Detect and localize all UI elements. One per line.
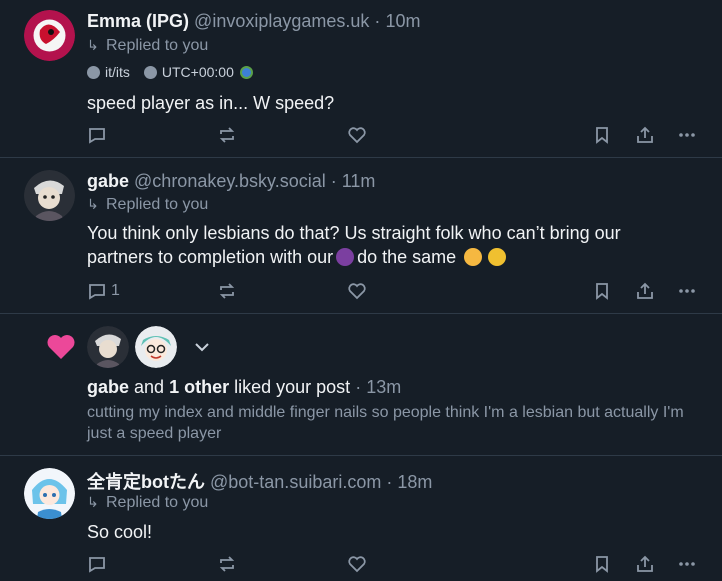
author-name[interactable]: 全肯定botたん [87, 472, 205, 492]
timestamp[interactable]: 10m [385, 11, 420, 31]
post-text-segment: partners to completion with our [87, 247, 334, 267]
reply-icon [89, 557, 105, 573]
more-icon [679, 289, 695, 293]
share-button[interactable] [635, 122, 655, 148]
repost-icon [219, 556, 235, 572]
reply-arrow-icon: ↳ [87, 37, 99, 53]
replied-to-indicator: ↳ Replied to you [87, 494, 208, 512]
like-icon [348, 127, 366, 144]
post-actions: 1 [87, 278, 707, 304]
author-handle[interactable]: @bot-tan.suibari.com [210, 472, 381, 492]
share-icon [637, 282, 653, 299]
repost-button[interactable] [217, 551, 237, 577]
replied-to-indicator: ↳ Replied to you [87, 196, 208, 214]
avatar[interactable] [24, 10, 75, 61]
share-icon [637, 126, 653, 143]
reply-arrow-icon: ↳ [87, 494, 99, 510]
post-text-line: You think only lesbians do that? Us stra… [87, 223, 621, 243]
actor-name[interactable]: gabe [87, 377, 129, 397]
like-icon [348, 283, 366, 300]
others-count[interactable]: 1 other [169, 377, 229, 397]
separator: · [374, 11, 381, 31]
victory-hand-emoji-icon [488, 248, 507, 266]
clock-icon [143, 65, 157, 79]
notifications-feed: Emma (IPG) @invoxiplaygames.uk · 10m ↳ Re… [0, 0, 722, 581]
timestamp[interactable]: 11m [342, 171, 376, 191]
replied-to-indicator: ↳ Replied to you [87, 37, 208, 55]
bookmark-icon [596, 556, 608, 573]
post-text: speed player as in... W speed? [87, 93, 335, 113]
globe-icon [239, 65, 253, 79]
timestamp[interactable]: 18m [397, 472, 432, 492]
post-text: You think only lesbians do that? Us stra… [87, 221, 707, 269]
share-icon [637, 555, 653, 572]
post-actions [87, 551, 707, 577]
repost-icon [219, 127, 235, 143]
timezone-label: UTC+00:00 [161, 64, 234, 80]
crying-face-emoji-icon [464, 248, 483, 266]
more-button[interactable] [677, 551, 697, 577]
author-name[interactable]: Emma (IPG) [87, 11, 189, 31]
more-button[interactable] [677, 122, 697, 148]
pronouns-label: it/its [105, 64, 130, 80]
more-button[interactable] [677, 278, 697, 304]
reply-count: 1 [111, 282, 120, 299]
avatar[interactable] [87, 326, 129, 368]
share-button[interactable] [635, 551, 655, 577]
action-label: liked your post [234, 377, 351, 397]
notification-title: gabe and 1 other liked your post · 13m [87, 377, 401, 398]
bookmark-button[interactable] [592, 122, 612, 148]
avatar[interactable] [135, 326, 177, 368]
post-text-segment: do the same [357, 247, 457, 267]
bookmark-icon [596, 283, 608, 300]
avatar[interactable] [24, 468, 75, 519]
post-item[interactable]: Emma (IPG) @invoxiplaygames.uk · 10m ↳ Re… [0, 0, 722, 158]
bookmark-button[interactable] [592, 278, 612, 304]
separator: · [386, 472, 393, 492]
post-text: So cool! [87, 522, 153, 542]
reply-arrow-icon: ↳ [87, 196, 99, 212]
timezone-tag: UTC+00:00 [143, 64, 253, 80]
reply-button[interactable]: 1 [87, 278, 120, 304]
repost-button[interactable] [217, 122, 237, 148]
reply-button[interactable] [87, 551, 107, 577]
reply-icon [89, 128, 105, 144]
more-icon [679, 133, 695, 137]
liked-post-preview[interactable]: cutting my index and middle finger nails… [87, 402, 702, 444]
heart-icon [47, 335, 75, 359]
bookmark-button[interactable] [592, 551, 612, 577]
author-name[interactable]: gabe [87, 171, 129, 191]
post-item[interactable]: 全肯定botたん @bot-tan.suibari.com · 18m ↳ Rep… [0, 456, 722, 581]
post-text-line: partners to completion with our do the sa… [87, 245, 707, 269]
eggplant-emoji-icon [336, 248, 355, 266]
chevron-down-icon[interactable] [191, 336, 213, 358]
like-button[interactable] [347, 122, 367, 148]
liker-avatars [87, 326, 213, 368]
replied-label: Replied to you [106, 196, 209, 213]
separator: · [330, 171, 337, 191]
pronouns-tag: it/its [87, 64, 130, 80]
reply-icon [89, 284, 105, 300]
replied-label: Replied to you [106, 494, 209, 511]
like-icon [348, 556, 366, 573]
timestamp: 13m [366, 377, 402, 397]
share-button[interactable] [635, 278, 655, 304]
repost-button[interactable] [217, 278, 237, 304]
bookmark-icon [596, 127, 608, 144]
replied-label: Replied to you [106, 37, 209, 54]
post-actions [87, 122, 707, 148]
separator: · [355, 377, 362, 397]
more-icon [679, 562, 695, 566]
reply-button[interactable] [87, 122, 107, 148]
like-button[interactable] [347, 551, 367, 577]
repost-icon [219, 283, 235, 299]
avatar[interactable] [24, 170, 75, 221]
author-handle[interactable]: @invoxiplaygames.uk [194, 11, 369, 31]
pronouns-icon [87, 65, 100, 79]
like-button[interactable] [347, 278, 367, 304]
and-label: and [134, 377, 165, 397]
post-item[interactable]: gabe @chronakey.bsky.social · 11m ↳ Repli… [0, 158, 722, 314]
author-handle[interactable]: @chronakey.bsky.social [134, 171, 326, 191]
profile-tags: it/its UTC+00:00 [87, 64, 267, 80]
